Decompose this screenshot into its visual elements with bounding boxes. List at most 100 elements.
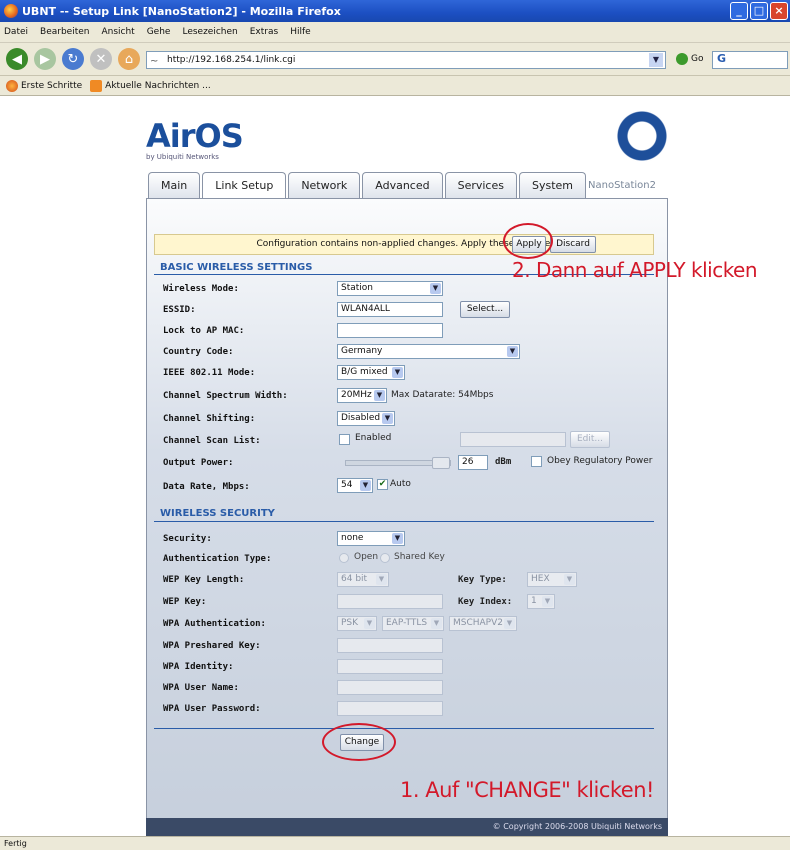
data-rate-select[interactable]: 54 ▼: [337, 478, 373, 493]
channel-shifting-select[interactable]: Disabled ▼: [337, 411, 395, 426]
go-button[interactable]: Go: [676, 53, 703, 65]
data-rate-label: Data Rate, Mbps:: [163, 482, 250, 492]
reload-icon[interactable]: ↻: [62, 48, 84, 70]
output-power-input[interactable]: 26: [458, 455, 488, 470]
wpa-user-input[interactable]: [337, 680, 443, 695]
chevron-down-icon: ▼: [392, 533, 403, 544]
auto-rate-label: Auto: [390, 479, 411, 489]
minimize-button[interactable]: _: [730, 2, 748, 20]
wpa-user-label: WPA User Name:: [163, 683, 239, 693]
chevron-down-icon: ▼: [382, 413, 393, 424]
menu-help[interactable]: Hilfe: [290, 27, 310, 37]
page-icon: ~: [150, 56, 159, 67]
channel-shifting-label: Channel Shifting:: [163, 414, 256, 424]
key-type-value: HEX: [531, 574, 550, 584]
obey-regulatory-checkbox[interactable]: [531, 456, 542, 467]
tab-main[interactable]: Main: [148, 172, 201, 198]
auth-shared-radio[interactable]: [380, 553, 390, 563]
maximize-button[interactable]: □: [750, 2, 768, 20]
spectrum-value: 20MHz: [341, 390, 372, 400]
rss-icon: [90, 79, 103, 92]
search-box[interactable]: G: [712, 51, 788, 69]
tab-system[interactable]: System: [518, 172, 587, 198]
tab-advanced[interactable]: Advanced: [362, 172, 443, 198]
wep-key-input[interactable]: [337, 594, 443, 609]
tab-services[interactable]: Services: [444, 172, 517, 198]
ubiquiti-badge-icon: 4: [616, 110, 668, 162]
wep-length-label: WEP Key Length:: [163, 575, 245, 585]
menu-view[interactable]: Ansicht: [101, 27, 134, 37]
essid-input[interactable]: WLAN4ALL: [337, 302, 443, 317]
chevron-down-icon: ▼: [431, 618, 442, 629]
spectrum-width-select[interactable]: 20MHz ▼: [337, 388, 387, 403]
basic-wireless-heading: BASIC WIRELESS SETTINGS: [160, 262, 313, 273]
slider-handle[interactable]: [432, 457, 450, 469]
select-essid-button[interactable]: Select...: [460, 301, 510, 318]
auto-rate-checkbox[interactable]: ✔: [377, 479, 388, 490]
section-divider: [154, 521, 654, 522]
key-type-select[interactable]: HEX ▼: [527, 572, 577, 587]
device-model: NanoStation2: [588, 180, 656, 191]
bookmarks-toolbar: Erste Schritte Aktuelle Nachrichten ...: [0, 76, 790, 96]
tab-link-setup[interactable]: Link Setup: [202, 172, 287, 198]
tab-network[interactable]: Network: [288, 172, 361, 198]
menu-go[interactable]: Gehe: [147, 27, 171, 37]
key-index-value: 1: [531, 596, 537, 606]
security-select[interactable]: none ▼: [337, 531, 405, 546]
edit-scan-list-button[interactable]: Edit...: [570, 431, 610, 448]
url-dropdown-icon[interactable]: ▼: [649, 53, 663, 67]
wpa-psk-label: WPA Preshared Key:: [163, 641, 261, 651]
wpa-identity-label: WPA Identity:: [163, 662, 234, 672]
go-icon: [676, 53, 688, 65]
search-engine-icon: G: [717, 52, 727, 65]
menu-bookmarks[interactable]: Lesezeichen: [182, 27, 237, 37]
wpa-auth-select-1[interactable]: PSK ▼: [337, 616, 377, 631]
bookmark-news[interactable]: Aktuelle Nachrichten ...: [90, 79, 211, 92]
wpa-password-input[interactable]: [337, 701, 443, 716]
wep-length-select[interactable]: 64 bit ▼: [337, 572, 389, 587]
chevron-down-icon: ▼: [430, 283, 441, 294]
scan-list-checkbox[interactable]: [339, 434, 350, 445]
wpa-auth-value-1: PSK: [341, 618, 359, 628]
menu-file[interactable]: Datei: [4, 27, 28, 37]
wireless-mode-select[interactable]: Station ▼: [337, 281, 443, 296]
close-button[interactable]: ×: [770, 2, 788, 20]
window-title: UBNT -- Setup Link [NanoStation2] - Mozi…: [22, 4, 341, 18]
bookmark-label: Aktuelle Nachrichten ...: [105, 80, 211, 91]
channel-shifting-value: Disabled: [341, 413, 381, 423]
output-power-slider[interactable]: [345, 457, 451, 469]
key-index-label: Key Index:: [458, 597, 513, 607]
bookmark-first-steps[interactable]: Erste Schritte: [6, 79, 82, 92]
auth-shared-label: Shared Key: [394, 552, 445, 562]
country-code-select[interactable]: Germany ▼: [337, 344, 520, 359]
back-icon[interactable]: ◀: [6, 48, 28, 70]
scan-list-enabled-label: Enabled: [355, 433, 392, 443]
stop-icon[interactable]: ✕: [90, 48, 112, 70]
ieee-mode-value: B/G mixed: [341, 367, 388, 377]
key-index-select[interactable]: 1 ▼: [527, 594, 555, 609]
security-label: Security:: [163, 534, 212, 544]
wpa-auth-label: WPA Authentication:: [163, 619, 266, 629]
wpa-identity-input[interactable]: [337, 659, 443, 674]
wpa-psk-input[interactable]: [337, 638, 443, 653]
wpa-auth-select-2[interactable]: EAP-TTLS ▼: [382, 616, 444, 631]
go-label: Go: [691, 54, 704, 64]
chevron-down-icon: ▼: [376, 574, 387, 585]
menu-tools[interactable]: Extras: [250, 27, 278, 37]
discard-button[interactable]: Discard: [550, 236, 596, 253]
auth-type-label: Authentication Type:: [163, 554, 272, 564]
wpa-auth-select-3[interactable]: MSCHAPV2 ▼: [449, 616, 517, 631]
scan-list-input[interactable]: [460, 432, 566, 447]
home-icon[interactable]: ⌂: [118, 48, 140, 70]
menu-edit[interactable]: Bearbeiten: [40, 27, 89, 37]
main-tabs: Main Link Setup Network Advanced Service…: [148, 172, 588, 198]
max-datarate-text: Max Datarate: 54Mbps: [391, 390, 494, 400]
forward-icon[interactable]: ▶: [34, 48, 56, 70]
lock-ap-input[interactable]: [337, 323, 443, 338]
ieee-mode-select[interactable]: B/G mixed ▼: [337, 365, 405, 380]
chevron-down-icon: ▼: [360, 480, 371, 491]
url-bar[interactable]: ~ http://192.168.254.1/link.cgi ▼: [146, 51, 666, 69]
auth-open-radio[interactable]: [339, 553, 349, 563]
country-code-label: Country Code:: [163, 347, 234, 357]
firefox-icon: [4, 4, 18, 18]
